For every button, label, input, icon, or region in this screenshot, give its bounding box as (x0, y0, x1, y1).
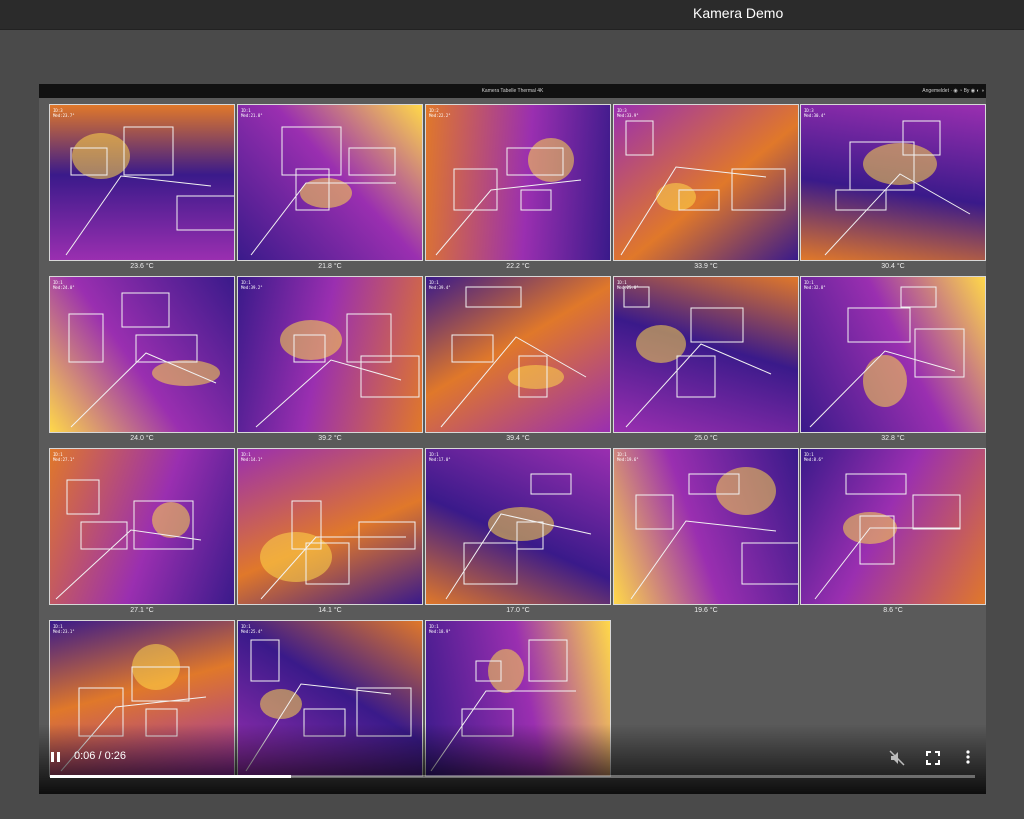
fullscreen-icon[interactable] (926, 751, 940, 765)
tile-temperature-label: 39.4 °C (506, 435, 530, 442)
roi-overlay (65, 126, 234, 256)
tile-temperature-label: 32.8 °C (881, 435, 905, 442)
thermal-tile: ID:2 Med:22.2° (425, 104, 611, 261)
roi-tag: ID:1 Med:24.0° (53, 280, 75, 290)
roi-tag: ID:1 Med:14.1° (241, 452, 263, 462)
roi-overlay (255, 313, 420, 428)
thermal-tile: ID:1 Med:19.6° (613, 448, 799, 605)
volume-muted-icon[interactable] (889, 750, 905, 766)
thermal-tile: ID:1 Med:21.8° (237, 104, 423, 261)
tile-temperature-label: 14.1 °C (318, 607, 342, 614)
video-player[interactable]: Kamera Tabelle Thermal 4K Angemeldet · ◉… (39, 84, 986, 794)
roi-overlay (55, 479, 202, 600)
thermal-tile: ID:1 Med:17.0° (425, 448, 611, 605)
roi-overlay (620, 120, 786, 256)
tile-temperature-label: 24.0 °C (130, 435, 154, 442)
roi-tag: ID:1 Med:23.1° (53, 624, 75, 634)
roi-tag: ID:3 Med:23.7° (53, 108, 75, 118)
roi-tag: ID:1 Med:27.1° (53, 452, 75, 462)
roi-overlay (623, 286, 772, 428)
thermal-tile: ID:1 Med:25.0° (613, 276, 799, 433)
roi-overlay (440, 286, 587, 428)
thermal-camera-grid: ID:3 Med:23.7° 23.6 °C ID:1 Med:21.8° 21.8 … (39, 98, 986, 794)
roi-overlay (445, 473, 592, 600)
window-title: Kamera Demo (693, 5, 784, 21)
tile-temperature-label: 22.2 °C (506, 263, 530, 270)
more-vertical-icon[interactable] (962, 749, 974, 765)
thermal-tile: ID:1 Med:32.8° (800, 276, 986, 433)
thermal-tile: ID:3 Med:33.9° (613, 104, 799, 261)
roi-tag: ID:1 Med:32.8° (804, 280, 826, 290)
thermal-tile: ID:1 Med:14.1° (237, 448, 423, 605)
tile-temperature-label: 27.1 °C (130, 607, 154, 614)
video-header: Kamera Tabelle Thermal 4K Angemeldet · ◉… (39, 84, 986, 98)
thermal-tile: ID:1 Med:27.1° (49, 448, 235, 605)
roi-overlay (824, 120, 971, 256)
roi-tag: ID:2 Med:22.2° (429, 108, 451, 118)
roi-tag: ID:1 Med:25.0° (617, 280, 639, 290)
tile-temperature-label: 39.2 °C (318, 435, 342, 442)
time-display: 0:06 / 0:26 (74, 750, 126, 762)
video-header-title: Kamera Tabelle Thermal 4K (481, 88, 544, 94)
tile-temperature-label: 33.9 °C (694, 263, 718, 270)
roi-overlay (435, 138, 582, 256)
controls-overlay (39, 724, 986, 794)
tile-temperature-label: 8.6 °C (883, 607, 903, 614)
roi-tag: ID:1 Med:19.6° (617, 452, 639, 462)
roi-overlay (250, 126, 396, 256)
roi-tag: ID:1 Med:21.8° (241, 108, 263, 118)
roi-overlay (260, 500, 416, 600)
tile-temperature-label: 17.0 °C (506, 607, 530, 614)
thermal-tile: ID:1 Med:24.0° (49, 276, 235, 433)
roi-tag: ID:3 Med:33.9° (617, 108, 639, 118)
tile-temperature-label: 30.4 °C (881, 263, 905, 270)
thermal-tile: ID:3 Med:23.7° (49, 104, 235, 261)
thermal-tile: ID:1 Med:39.4° (425, 276, 611, 433)
tile-temperature-label: 21.8 °C (318, 263, 342, 270)
thermal-tile: ID:1 Med:8.6° (800, 448, 986, 605)
thermal-tile: ID:3 Med:30.4° (800, 104, 986, 261)
window-titlebar: Kamera Demo (0, 0, 1024, 30)
roi-tag: ID:3 Med:30.4° (804, 108, 826, 118)
roi-tag: ID:1 Med:25.4° (241, 624, 263, 634)
thermal-tile: ID:1 Med:39.2° (237, 276, 423, 433)
progress-fill (50, 775, 291, 778)
roi-overlay (814, 473, 961, 600)
tile-temperature-label: 23.6 °C (130, 263, 154, 270)
roi-tag: ID:1 Med:39.4° (429, 280, 451, 290)
video-header-status: Angemeldet · ◉ ◔ By ◉ ◐ ◑ (922, 88, 984, 94)
roi-overlay (809, 286, 965, 428)
roi-overlay (630, 467, 798, 600)
roi-tag: ID:1 Med:17.0° (429, 452, 451, 462)
pause-icon[interactable] (49, 750, 63, 764)
roi-tag: ID:1 Med:39.2° (241, 280, 263, 290)
tile-temperature-label: 19.6 °C (694, 607, 718, 614)
roi-tag: ID:1 Med:18.9° (429, 624, 451, 634)
roi-tag: ID:1 Med:8.6° (804, 452, 824, 462)
progress-bar[interactable] (50, 775, 975, 778)
roi-overlay (68, 292, 220, 428)
tile-temperature-label: 25.0 °C (694, 435, 718, 442)
